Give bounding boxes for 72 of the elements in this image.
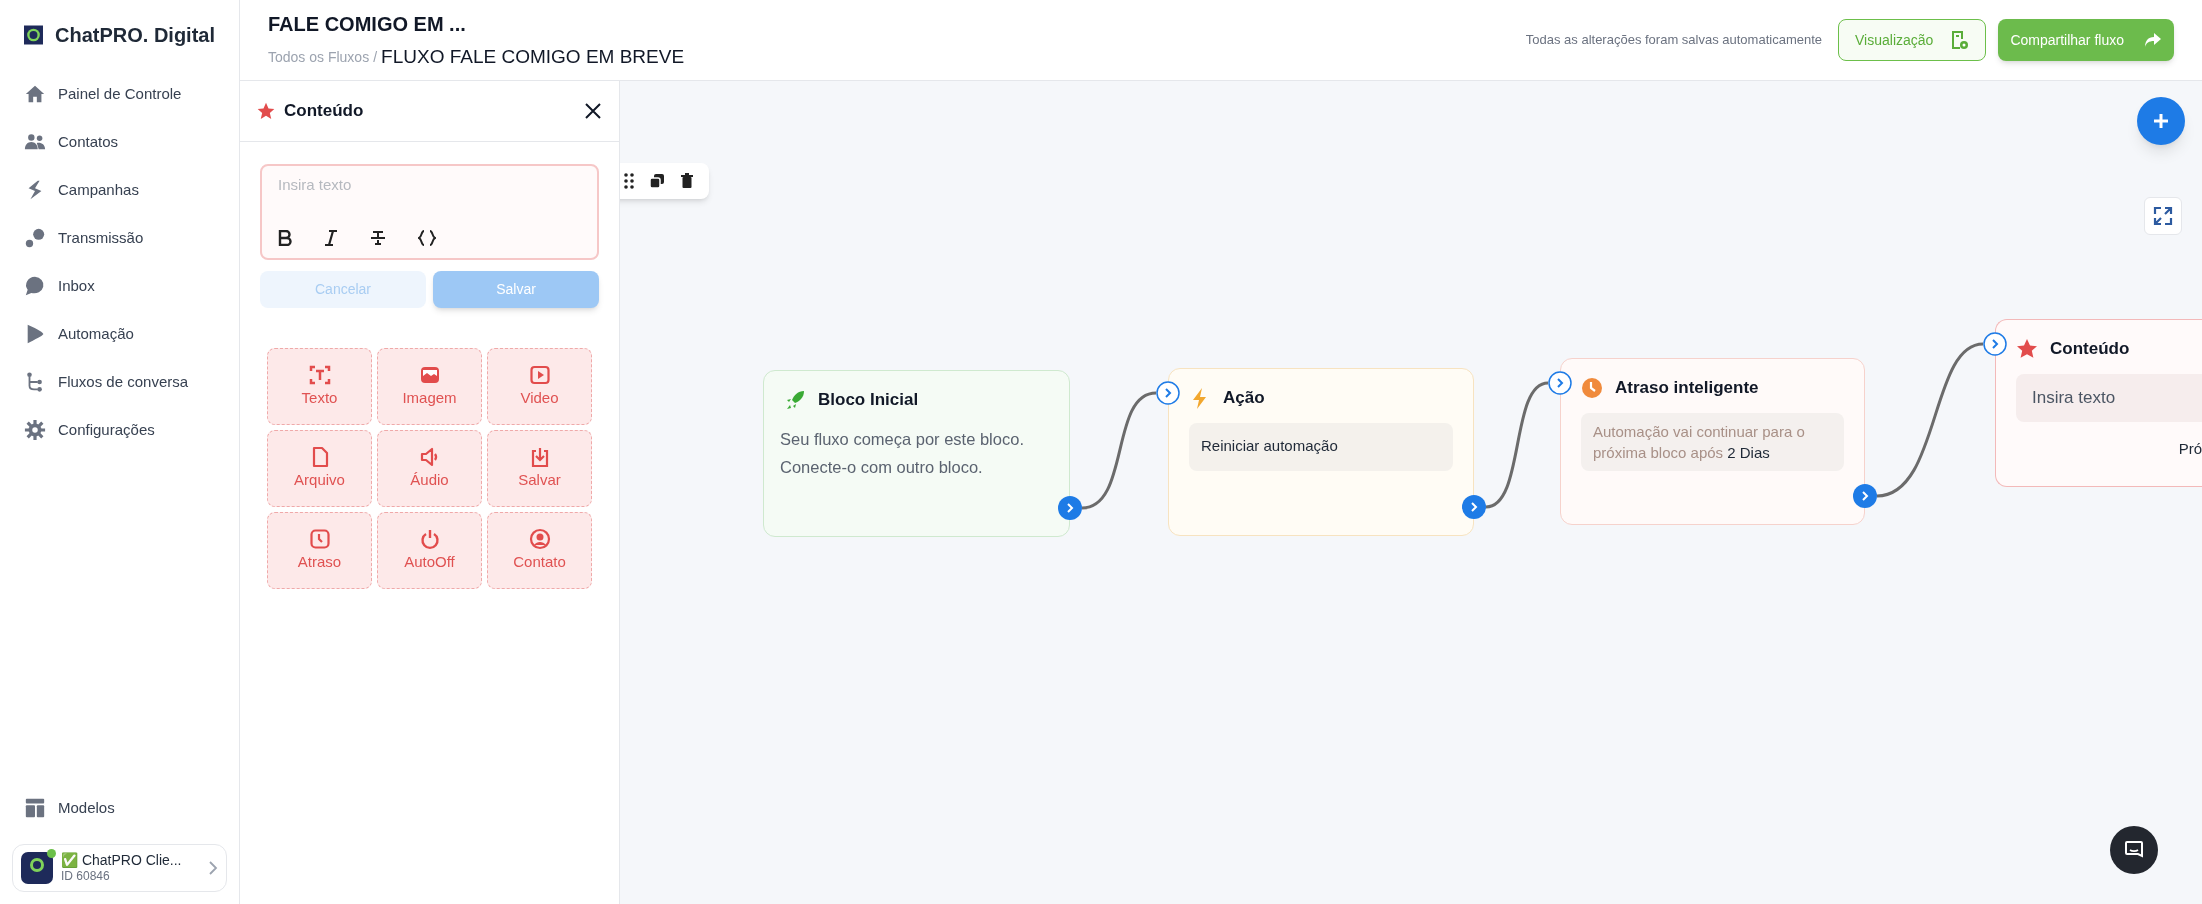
panel-title: Conteúdo — [284, 100, 364, 123]
close-icon[interactable] — [583, 101, 603, 121]
play-icon — [528, 363, 551, 386]
save-status: Todas as alterações foram salvas automaticamente — [1525, 31, 1823, 50]
flow-block[interactable]: Atraso inteligente Automação vai continuar para o próxima bloco após 2 Dias — [1560, 358, 1865, 525]
bold-icon[interactable] — [278, 230, 292, 246]
output-handle[interactable] — [1853, 484, 1877, 508]
sidebar-item[interactable]: Painel de Controle — [0, 70, 239, 118]
settings-icon — [24, 419, 46, 441]
clock-icon — [308, 527, 331, 550]
chevron-right-icon — [208, 861, 218, 875]
trash-icon[interactable] — [679, 173, 694, 189]
flow-block[interactable]: Conteúdo Insira texto Pró — [1995, 319, 2202, 487]
brand-name: ChatPRO. Digital — [55, 23, 215, 48]
speech-bubble-icon — [24, 275, 46, 297]
code-braces-icon[interactable] — [418, 230, 436, 246]
input-handle[interactable] — [1548, 371, 1572, 395]
dots-icon — [24, 227, 46, 249]
block-title: Conteúdo — [2050, 338, 2130, 360]
chat-button[interactable] — [2110, 826, 2158, 874]
delay-description: Automação vai continuar para o próxima bloco após 2 Dias — [1581, 412, 1844, 471]
flow-block[interactable]: Bloco Inicial Seu fluxo começa por este bloco. Conecte-o com outro bloco. — [763, 370, 1070, 537]
italic-icon[interactable] — [324, 230, 338, 246]
breadcrumb-current: FLUXO FALE COMIGO EM BREVE — [381, 44, 685, 69]
sidebar-item[interactable]: Modelos — [0, 784, 239, 832]
layout-icon — [24, 797, 46, 819]
add-button[interactable] — [2137, 97, 2185, 145]
message-preview: Insira texto — [2016, 373, 2202, 422]
breadcrumb-separator: / — [373, 47, 378, 67]
drag-handle-icon[interactable] — [624, 173, 635, 189]
duplicate-icon[interactable] — [649, 173, 665, 189]
home-icon — [24, 83, 46, 105]
account-name: ✅ ChatPRO Clie... — [61, 851, 183, 870]
account-id: ID 60846 — [61, 869, 111, 885]
plus-icon — [2152, 112, 2170, 130]
power-icon — [418, 527, 441, 550]
block-title: Ação — [1223, 387, 1265, 409]
sidebar-item[interactable]: Inbox — [0, 262, 239, 310]
flow-block[interactable]: Ação Reiniciar automação — [1168, 368, 1474, 536]
block-title: Bloco Inicial — [818, 389, 919, 411]
text-editor[interactable]: Insira texto — [260, 164, 599, 260]
account-avatar-icon — [21, 852, 53, 884]
strikethrough-icon[interactable] — [370, 230, 386, 246]
rocket-icon — [784, 388, 806, 411]
sidebar-item[interactable]: Fluxos de conversa — [0, 358, 239, 406]
block-title: Atraso inteligente — [1615, 377, 1759, 399]
text-input[interactable]: Insira texto — [278, 174, 581, 197]
output-handle[interactable] — [1058, 496, 1082, 520]
input-handle[interactable] — [1983, 332, 2007, 356]
sidebar-item[interactable]: Transmissão — [0, 214, 239, 262]
chat-icon — [2124, 840, 2144, 860]
document-eye-icon — [1949, 30, 1970, 50]
fullscreen-button[interactable] — [2144, 197, 2182, 235]
star-icon — [2016, 337, 2038, 360]
sidebar-item[interactable]: Configurações — [0, 406, 239, 454]
output-handle[interactable] — [1462, 495, 1486, 519]
share-arrow-icon — [2144, 32, 2162, 48]
text-frame-icon — [308, 363, 331, 386]
logo-icon — [24, 23, 43, 47]
next-label: Pró — [2178, 438, 2202, 459]
input-handle[interactable] — [1156, 381, 1180, 405]
sidebar-item[interactable]: Campanhas — [0, 166, 239, 214]
action-field: Reiniciar automação — [1189, 422, 1453, 471]
clock-icon — [1581, 376, 1603, 399]
account-card[interactable]: ✅ ChatPRO Clie... ID 60846 — [12, 844, 227, 892]
star-icon — [256, 101, 276, 121]
user-circle-icon — [528, 527, 551, 550]
sidebar-item[interactable]: Contatos — [0, 118, 239, 166]
flow-title: FALE COMIGO EM ... — [268, 11, 467, 37]
block-description: Seu fluxo começa por este bloco. Conecte-o com outro bloco. — [779, 428, 1025, 478]
sidebar-item[interactable]: Automação — [0, 310, 239, 358]
expand-icon — [2153, 206, 2173, 226]
